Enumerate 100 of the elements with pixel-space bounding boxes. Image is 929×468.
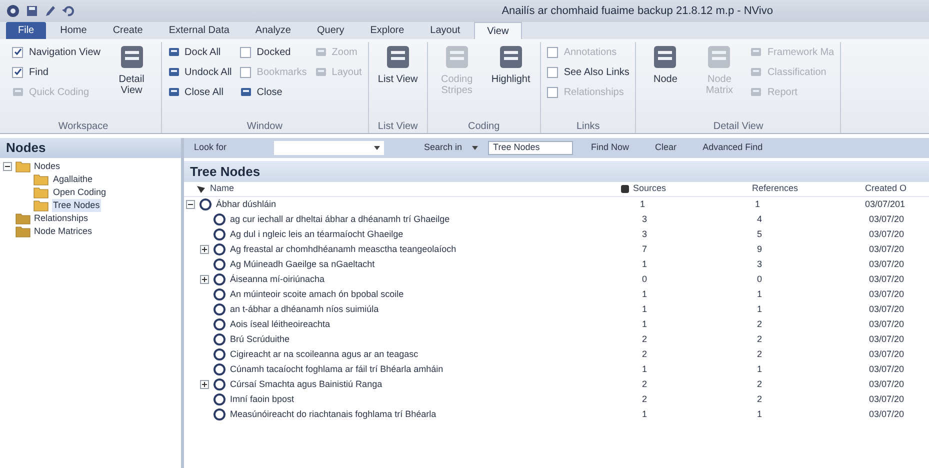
node-name[interactable]: An múinteoir scoite amach ón bpobal scoile bbox=[230, 288, 404, 302]
node-name[interactable]: Aois íseal léitheoireachta bbox=[230, 318, 330, 332]
find-bar-button[interactable]: Clear bbox=[647, 141, 685, 155]
ribbon-tab[interactable]: Layout bbox=[418, 22, 472, 39]
ribbon-tab[interactable]: Home bbox=[48, 22, 99, 39]
table-cell-text: 2 bbox=[641, 392, 648, 406]
search-in-field[interactable]: Tree Nodes bbox=[488, 141, 574, 155]
node-name[interactable]: Ábhar dúshláin bbox=[216, 198, 276, 212]
column-header[interactable]: Name bbox=[210, 182, 234, 196]
table-cell-text: 03/07/20 bbox=[868, 228, 904, 241]
table-cell-text: 03/07/20 bbox=[868, 408, 904, 421]
table-cell-text: 2 bbox=[756, 332, 764, 346]
node-icon bbox=[213, 288, 226, 301]
ribbon-label: Annotations bbox=[564, 46, 617, 60]
folder-icon bbox=[15, 212, 31, 225]
tree-item[interactable]: Open Coding bbox=[52, 186, 108, 200]
node-header-icon bbox=[196, 184, 206, 194]
table-cell-text: 1 bbox=[641, 408, 648, 421]
column-header[interactable]: Sources bbox=[633, 182, 666, 196]
checkbox[interactable] bbox=[12, 66, 23, 78]
tool-icon bbox=[240, 86, 252, 98]
node-icon bbox=[213, 363, 226, 376]
tool-icon bbox=[168, 86, 180, 98]
node-name[interactable]: Measúnóireacht do riachtanais foghlama trí Bhéarla bbox=[230, 408, 436, 422]
checkbox[interactable] bbox=[546, 66, 558, 78]
pencil-icon[interactable] bbox=[44, 5, 56, 17]
table-cell-text: 03/07/20 bbox=[868, 318, 904, 331]
table-cell-text: 5 bbox=[756, 228, 764, 241]
node-name[interactable]: ag cur iechall ar dheltai ábhar a dhéanamh trí Ghaeilge bbox=[230, 212, 450, 226]
find-bar-button[interactable]: Advanced Find bbox=[694, 141, 771, 155]
ribbon-tab[interactable]: File bbox=[6, 22, 46, 39]
node-name[interactable]: Brú Scrúduithe bbox=[230, 332, 290, 346]
ribbon-button[interactable]: Undock All bbox=[168, 62, 232, 82]
ribbon-button[interactable]: Close All bbox=[168, 82, 232, 102]
node-name[interactable]: Áiseanna mí-oiriúnacha bbox=[230, 272, 325, 286]
tree-item[interactable]: Agallaithe bbox=[52, 172, 94, 186]
folder-icon bbox=[33, 186, 49, 199]
ribbon-label: Docked bbox=[256, 46, 291, 60]
node-icon bbox=[213, 318, 226, 331]
table-cell-text: 3 bbox=[756, 258, 764, 271]
table-cell-text: 1 bbox=[641, 362, 648, 376]
node-name[interactable]: Ag freastal ar chomhdhéanamh measctha teangeolaíoch bbox=[230, 242, 456, 256]
expand-icon[interactable] bbox=[200, 380, 209, 389]
find-bar-button[interactable]: Find Now bbox=[583, 141, 638, 155]
table-cell-text: 2 bbox=[641, 348, 648, 361]
node-icon bbox=[213, 258, 226, 271]
ribbon-large-button[interactable]: Highlight bbox=[488, 42, 534, 102]
tree-item[interactable]: Nodes bbox=[34, 160, 60, 174]
tool-icon bbox=[314, 66, 327, 78]
expand-icon[interactable] bbox=[200, 245, 209, 254]
list-title: Tree Nodes bbox=[190, 162, 260, 181]
node-name[interactable]: Cúnamh tacaíocht foghlama ar fáil trí Bhéarla amháin bbox=[230, 362, 444, 376]
ribbon-tab[interactable]: External Data bbox=[156, 22, 242, 39]
expand-icon[interactable] bbox=[200, 275, 209, 284]
node-name[interactable]: Cúrsaí Smachta agus Bainistiú Ranga bbox=[230, 378, 382, 392]
ribbon-tab[interactable]: Query bbox=[305, 22, 356, 39]
dropdown-icon[interactable] bbox=[472, 146, 478, 150]
ribbon-tab[interactable]: View bbox=[474, 22, 522, 39]
ribbon-button[interactable]: Dock All bbox=[168, 42, 232, 62]
ribbon-large-button[interactable]: Node bbox=[642, 42, 688, 102]
checkbox[interactable] bbox=[12, 46, 23, 58]
column-header[interactable]: Created O bbox=[865, 182, 907, 196]
save-icon[interactable] bbox=[26, 5, 38, 17]
node-icon bbox=[213, 228, 226, 241]
ribbon-label: Navigation View bbox=[29, 46, 101, 60]
folder-icon bbox=[33, 199, 49, 212]
node-name[interactable]: Cigireacht ar na scoileanna agus ar an teagasc bbox=[230, 348, 418, 362]
ribbon-tab[interactable]: Analyze bbox=[243, 22, 303, 39]
tree-item[interactable]: Tree Nodes bbox=[52, 198, 101, 212]
group-label: Window bbox=[246, 120, 284, 133]
node-icon bbox=[213, 213, 226, 226]
checkbox[interactable] bbox=[240, 46, 251, 58]
table-cell-text: 03/07/20 bbox=[868, 258, 904, 271]
collapse-icon[interactable] bbox=[3, 162, 12, 171]
table-cell-text: 4 bbox=[756, 212, 764, 226]
node-name[interactable]: Imní faoin bpost bbox=[230, 392, 294, 406]
node-name[interactable]: an t-ábhar a dhéanamh níos suimiúla bbox=[230, 302, 379, 316]
table-cell-text: 03/07/20 bbox=[868, 288, 904, 301]
table-cell-text: 2 bbox=[756, 392, 764, 406]
tree-item[interactable]: Relationships bbox=[34, 212, 88, 226]
ribbon-tab[interactable]: Explore bbox=[358, 22, 416, 39]
table-cell-text: 2 bbox=[756, 318, 764, 331]
tree-item[interactable]: Node Matrices bbox=[34, 224, 92, 238]
node-name[interactable]: Ag dul i ngleic leis an téarmaíocht Ghaeilge bbox=[230, 228, 404, 242]
look-for-field[interactable] bbox=[274, 141, 384, 155]
node-name[interactable]: Ag Múineadh Gaeilge sa nGaeltacht bbox=[230, 258, 375, 272]
ribbon-button[interactable]: Close bbox=[240, 82, 307, 102]
group-label: Coding bbox=[466, 120, 501, 133]
app-icon[interactable] bbox=[6, 4, 20, 18]
column-header[interactable]: References bbox=[752, 182, 865, 196]
ribbon-tab[interactable]: Create bbox=[100, 22, 155, 39]
node-icon bbox=[199, 198, 212, 211]
table-cell-text: 1 bbox=[754, 198, 762, 211]
collapse-icon[interactable] bbox=[186, 200, 195, 209]
ribbon-large-button[interactable]: Detail View bbox=[108, 42, 155, 102]
ribbon-label: Bookmarks bbox=[256, 66, 307, 80]
node-icon bbox=[213, 348, 226, 361]
table-cell-text: 1 bbox=[639, 198, 646, 211]
undo-icon[interactable] bbox=[62, 5, 74, 17]
ribbon-large-button[interactable]: List View bbox=[374, 42, 421, 102]
